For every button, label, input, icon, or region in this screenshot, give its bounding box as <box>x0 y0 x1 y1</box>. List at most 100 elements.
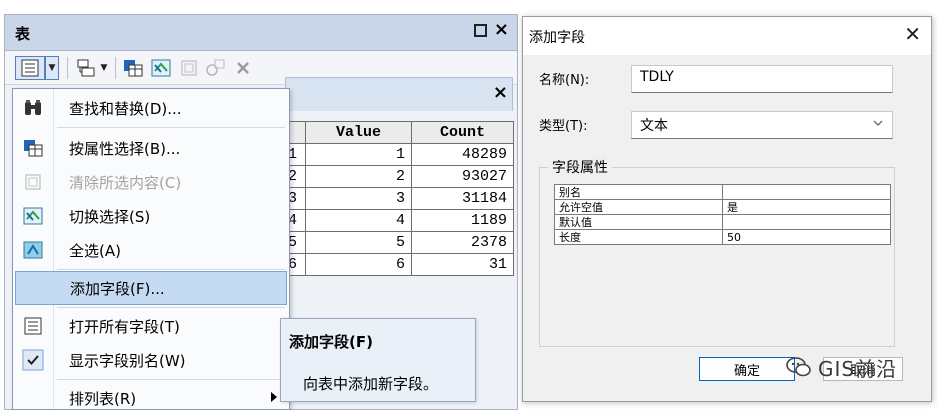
property-value[interactable]: 是 <box>722 199 891 215</box>
table-tab-header: × <box>285 77 513 111</box>
menu-item-label: 清除所选内容(C) <box>69 173 182 192</box>
clear-selection-button[interactable] <box>177 56 201 80</box>
restore-icon[interactable] <box>474 24 487 37</box>
menu-item-label: 打开所有字段(T) <box>69 317 180 336</box>
table-row[interactable]: 1 1 48289 <box>285 143 514 166</box>
table-row[interactable]: 2 2 93027 <box>285 165 514 188</box>
cell-count: 31184 <box>411 187 514 210</box>
cell-value: 4 <box>305 209 412 232</box>
property-value[interactable]: 50 <box>722 229 891 245</box>
column-header-value[interactable]: Value <box>305 121 412 144</box>
related-tables-button[interactable] <box>75 56 99 80</box>
toolbar-separator <box>67 57 68 79</box>
close-icon[interactable]: × <box>494 19 509 41</box>
type-select[interactable]: 文本 <box>631 111 893 139</box>
type-select-value: 文本 <box>640 118 668 134</box>
menu-separator <box>57 379 285 380</box>
related-tables-icon <box>77 59 95 77</box>
property-row[interactable]: 别名 <box>554 184 891 200</box>
property-key: 允许空值 <box>554 199 723 215</box>
table-options-button[interactable] <box>15 56 45 80</box>
zoom-to-selected-icon <box>206 59 225 76</box>
field-properties-legend: 字段属性 <box>548 157 612 177</box>
menu-separator <box>57 127 285 128</box>
menu-item-label: 按属性选择(B)... <box>69 139 181 158</box>
switch-selection-icon <box>151 59 171 77</box>
menu-item-label: 显示字段别名(W) <box>69 351 186 370</box>
menu-item-select-all[interactable]: 全选(A) <box>15 233 287 267</box>
menu-separator <box>57 269 285 270</box>
cell-value: 1 <box>305 143 412 166</box>
cell-value: 3 <box>305 187 412 210</box>
select-by-attributes-icon <box>15 131 51 165</box>
close-icon[interactable]: × <box>493 82 508 104</box>
menu-item-label: 排列表(R) <box>69 389 137 408</box>
binoculars-icon <box>15 91 51 125</box>
dialog-title: 添加字段 <box>529 30 585 46</box>
delete-selected-icon <box>237 62 249 74</box>
table-row[interactable]: 6 6 31 <box>285 253 514 276</box>
menu-item-select-by-attributes[interactable]: 按属性选择(B)... <box>15 131 287 165</box>
watermark: GIS前沿 <box>786 350 936 384</box>
select-by-attributes-icon <box>124 60 143 77</box>
toolbar-separator <box>115 57 116 79</box>
name-label: 名称(N): <box>539 73 590 88</box>
cell-value: 2 <box>305 165 412 188</box>
close-icon[interactable]: ✕ <box>904 23 921 45</box>
menu-item-label: 查找和替换(D)... <box>69 99 182 118</box>
wechat-icon <box>786 357 811 377</box>
property-key: 长度 <box>554 229 723 245</box>
window-title: 表 <box>15 25 31 43</box>
property-value[interactable] <box>722 184 891 200</box>
field-properties-group: 字段属性 别名 允许空值 是 默认值 长度 50 <box>539 157 895 347</box>
add-field-dialog: 添加字段 ✕ 名称(N): TDLY 类型(T): 文本 字段属性 别名 允许空… <box>522 16 932 402</box>
cell-count: 93027 <box>411 165 514 188</box>
menu-item-show-all-fields[interactable]: 打开所有字段(T) <box>15 309 287 343</box>
menu-item-clear-selection[interactable]: 清除所选内容(C) <box>15 165 287 199</box>
table-options-menu: 查找和替换(D)... 按属性选择(B)... 清除所选内容(C) 切换选择(S… <box>12 88 290 410</box>
property-value[interactable] <box>722 214 891 230</box>
select-by-attributes-button[interactable] <box>121 56 145 80</box>
menu-item-switch-selection[interactable]: 切换选择(S) <box>15 199 287 233</box>
name-field[interactable]: TDLY <box>631 65 893 93</box>
delete-selected-button[interactable] <box>231 56 255 80</box>
menu-item-label: 全选(A) <box>69 241 121 260</box>
list-icon <box>15 309 51 343</box>
chevron-down-icon <box>872 117 884 132</box>
menu-item-find-replace[interactable]: 查找和替换(D)... <box>15 91 287 125</box>
select-all-icon <box>15 233 51 267</box>
table-row[interactable]: 5 5 2378 <box>285 231 514 254</box>
column-header-count[interactable]: Count <box>411 121 514 144</box>
menu-item-label: 切换选择(S) <box>69 207 151 226</box>
property-key: 默认值 <box>554 214 723 230</box>
switch-selection-button[interactable] <box>149 56 173 80</box>
menu-item-show-field-aliases[interactable]: 显示字段别名(W) <box>15 343 287 377</box>
cell-count: 31 <box>411 253 514 276</box>
checkmark-icon <box>15 343 51 377</box>
cell-count: 1189 <box>411 209 514 232</box>
menu-separator <box>57 307 285 308</box>
cell-count: 2378 <box>411 231 514 254</box>
add-field-tooltip: 添加字段(F) 向表中添加新字段。 <box>280 318 476 402</box>
menu-item-arrange-tables[interactable]: 排列表(R) <box>15 381 287 409</box>
ok-button[interactable]: 确定 <box>699 357 795 381</box>
table-row[interactable]: 4 4 1189 <box>285 209 514 232</box>
related-tables-dropdown[interactable]: ▼ <box>99 56 109 80</box>
cell-count: 48289 <box>411 143 514 166</box>
type-label: 类型(T): <box>539 119 588 134</box>
menu-item-add-field[interactable]: 添加字段(F)... <box>15 271 287 305</box>
property-key: 别名 <box>554 184 723 200</box>
clear-selection-icon <box>181 60 197 76</box>
property-row[interactable]: 长度 50 <box>554 229 891 245</box>
submenu-arrow-icon <box>271 392 277 402</box>
watermark-text: GIS前沿 <box>818 356 898 381</box>
property-row[interactable]: 默认值 <box>554 214 891 230</box>
table-row[interactable]: 3 3 31184 <box>285 187 514 210</box>
switch-selection-icon <box>15 199 51 233</box>
table-window-titlebar[interactable]: 表 × <box>5 15 517 51</box>
table-options-dropdown[interactable]: ▼ <box>45 56 59 80</box>
attribute-table: Value Count 1 1 48289 2 2 93027 3 3 3118… <box>285 121 514 276</box>
property-row[interactable]: 允许空值 是 <box>554 199 891 215</box>
cell-value: 6 <box>305 253 412 276</box>
zoom-to-selected-button[interactable] <box>203 56 227 80</box>
